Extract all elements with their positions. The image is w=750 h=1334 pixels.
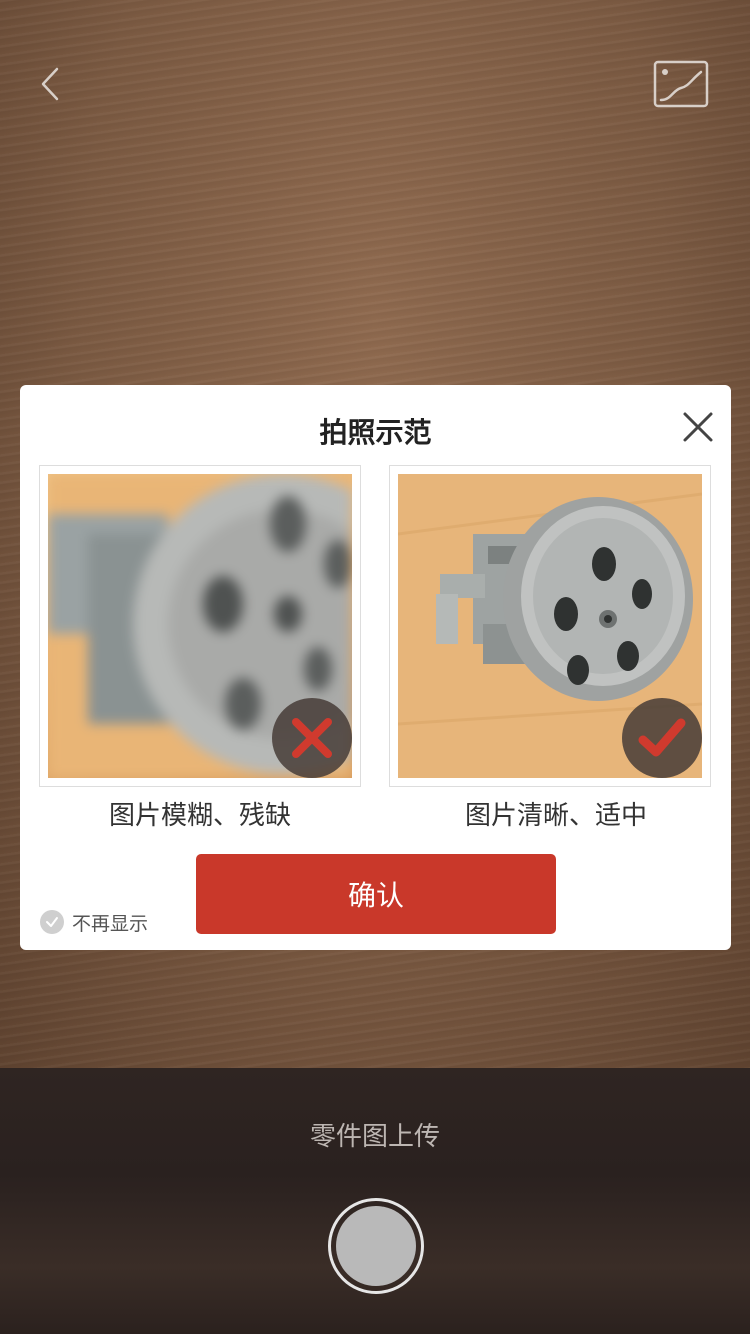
back-button[interactable] xyxy=(30,62,70,106)
checkbox-icon[interactable] xyxy=(40,910,64,934)
approved-badge xyxy=(622,698,702,778)
dont-show-again-label: 不再显示 xyxy=(72,912,149,935)
gallery-button[interactable] xyxy=(653,60,709,108)
good-example-caption: 图片清晰、适中 xyxy=(464,801,647,831)
dialog-title: 拍照示范 xyxy=(319,416,432,449)
chevron-left-icon xyxy=(41,67,59,101)
gallery-icon xyxy=(653,60,709,108)
rejected-badge xyxy=(272,698,352,778)
shutter-button[interactable] xyxy=(328,1198,424,1294)
check-mark-icon xyxy=(638,718,686,757)
close-button[interactable] xyxy=(680,409,716,445)
photo-guide-dialog: 拍照示范 图片模糊、残缺 图片清晰、适中 确认 不再显示 xyxy=(20,385,731,950)
good-example-card xyxy=(389,465,711,787)
upload-mode-title: 零件图上传 xyxy=(309,1122,440,1152)
shutter-button-icon xyxy=(336,1206,416,1286)
bad-example-caption: 图片模糊、残缺 xyxy=(108,801,291,831)
dont-show-again-toggle[interactable]: 不再显示 xyxy=(40,909,148,935)
bad-example-card xyxy=(39,465,361,787)
close-icon xyxy=(683,412,713,442)
confirm-button[interactable]: 确认 xyxy=(196,854,556,934)
x-mark-icon xyxy=(292,718,332,758)
